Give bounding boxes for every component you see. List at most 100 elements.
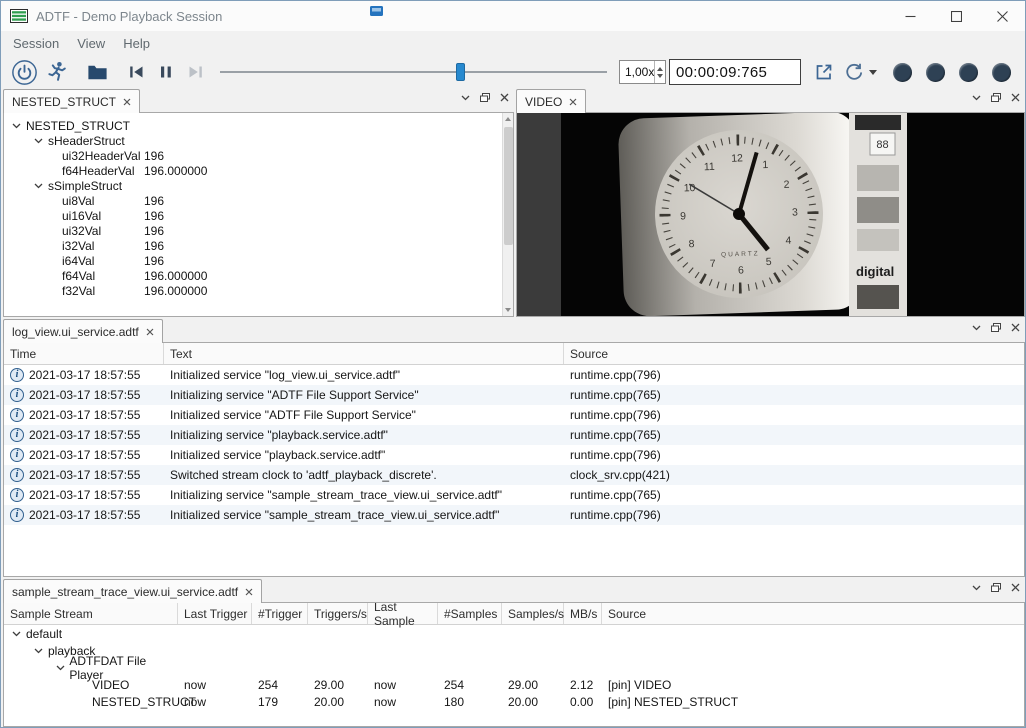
menu-session[interactable]: Session xyxy=(4,33,68,54)
column-header-last-trigger[interactable]: Last Trigger xyxy=(178,603,252,624)
log-row[interactable]: 2021-03-17 18:57:55Initializing service … xyxy=(4,425,1024,445)
column-header-time[interactable]: Time xyxy=(4,343,164,364)
skip-to-start-button[interactable] xyxy=(126,62,146,82)
scroll-up-icon[interactable] xyxy=(505,117,511,121)
tab-close-icon[interactable] xyxy=(146,328,154,336)
power-button[interactable] xyxy=(11,59,38,86)
panel-float-button[interactable] xyxy=(480,93,490,102)
column-header-source[interactable]: Source xyxy=(564,343,1024,364)
marker-button-2[interactable] xyxy=(926,63,945,82)
pause-button[interactable] xyxy=(156,62,176,82)
open-folder-button[interactable] xyxy=(86,61,109,84)
column-header-source[interactable]: Source xyxy=(602,603,1024,624)
nested-tabbar: NESTED_STRUCT xyxy=(3,89,514,112)
tree-row[interactable]: sHeaderStruct xyxy=(4,133,513,148)
collapse-arrow-icon[interactable] xyxy=(34,138,48,144)
tree-row[interactable]: f64HeaderVal196.000000 xyxy=(4,163,513,178)
tree-node-value: 196 xyxy=(144,194,164,208)
panel-menu-button[interactable] xyxy=(972,95,981,101)
tab-close-icon[interactable] xyxy=(245,588,253,596)
seek-slider[interactable] xyxy=(220,62,607,82)
run-button[interactable] xyxy=(45,60,69,84)
tab-nested-struct[interactable]: NESTED_STRUCT xyxy=(3,89,140,113)
collapse-arrow-icon[interactable] xyxy=(34,183,48,189)
scroll-down-icon[interactable] xyxy=(505,308,511,312)
column-header-mb-s[interactable]: MB/s xyxy=(564,603,602,624)
column-header-num-trigger[interactable]: #Trigger xyxy=(252,603,308,624)
trace-row[interactable]: default xyxy=(4,625,1024,642)
panel-float-button[interactable] xyxy=(991,583,1001,592)
menu-view[interactable]: View xyxy=(68,33,114,54)
spin-up-icon[interactable] xyxy=(657,67,663,71)
export-button[interactable] xyxy=(813,61,835,83)
tab-video[interactable]: VIDEO xyxy=(516,89,586,113)
toolbar: 1,00x 00:00:09:765 xyxy=(1,55,1025,89)
vertical-scrollbar[interactable] xyxy=(502,113,513,316)
panel-float-button[interactable] xyxy=(991,323,1001,332)
minimize-button[interactable] xyxy=(887,1,933,31)
tree-row[interactable]: sSimpleStruct xyxy=(4,178,513,193)
panel-close-button[interactable] xyxy=(1011,583,1020,592)
collapse-arrow-icon[interactable] xyxy=(12,631,26,637)
tree-row[interactable]: ui16Val196 xyxy=(4,208,513,223)
tree-node-label: ui8Val xyxy=(62,194,94,208)
column-header-text[interactable]: Text xyxy=(164,343,564,364)
spin-down-icon[interactable] xyxy=(657,74,663,78)
close-button[interactable] xyxy=(979,1,1025,31)
tab-close-icon[interactable] xyxy=(123,98,131,106)
tab-log-view[interactable]: log_view.ui_service.adtf xyxy=(3,319,163,343)
tree-row[interactable]: ui32Val196 xyxy=(4,223,513,238)
log-row[interactable]: 2021-03-17 18:57:55Initialized service "… xyxy=(4,445,1024,465)
panel-menu-button[interactable] xyxy=(461,95,470,101)
cell-triggers-s: 29.00 xyxy=(308,678,368,692)
seek-slider-track[interactable] xyxy=(220,71,607,73)
panel-float-button[interactable] xyxy=(991,93,1001,102)
tree-row[interactable]: f64Val196.000000 xyxy=(4,268,513,283)
log-row[interactable]: 2021-03-17 18:57:55Switched stream clock… xyxy=(4,465,1024,485)
panel-menu-button[interactable] xyxy=(972,325,981,331)
cell-source: [pin] NESTED_STRUCT xyxy=(602,695,1024,709)
time-display[interactable]: 00:00:09:765 xyxy=(669,59,801,85)
scrollbar-thumb[interactable] xyxy=(504,127,513,245)
trace-row[interactable]: ADTFDAT File Player xyxy=(4,659,1024,676)
loop-dropdown-button[interactable] xyxy=(869,70,877,75)
log-row[interactable]: 2021-03-17 18:57:55Initialized service "… xyxy=(4,365,1024,385)
column-header-samples-s[interactable]: Samples/s xyxy=(502,603,564,624)
log-row[interactable]: 2021-03-17 18:57:55Initializing service … xyxy=(4,485,1024,505)
panel-close-button[interactable] xyxy=(500,93,509,102)
panel-close-button[interactable] xyxy=(1011,93,1020,102)
tree-row[interactable]: i32Val196 xyxy=(4,238,513,253)
maximize-button[interactable] xyxy=(933,1,979,31)
nested-struct-tree-view: NESTED_STRUCT sHeaderStruct ui32HeaderVa… xyxy=(3,112,514,317)
tree-node-label: ui32HeaderVal xyxy=(62,149,141,163)
column-header-last-sample[interactable]: Last Sample xyxy=(368,603,438,624)
marker-button-4[interactable] xyxy=(992,63,1011,82)
seek-slider-handle[interactable] xyxy=(456,63,465,81)
log-row[interactable]: 2021-03-17 18:57:55Initializing service … xyxy=(4,385,1024,405)
tab-close-icon[interactable] xyxy=(569,98,577,106)
marker-button-1[interactable] xyxy=(893,63,912,82)
marker-button-3[interactable] xyxy=(959,63,978,82)
trace-row[interactable]: VIDEO now25429.00now25429.002.12[pin] VI… xyxy=(4,676,1024,693)
skip-to-end-button[interactable] xyxy=(186,62,206,82)
tree-row[interactable]: f32Val196.000000 xyxy=(4,283,513,298)
collapse-arrow-icon[interactable] xyxy=(56,665,69,671)
panel-close-button[interactable] xyxy=(1011,323,1020,332)
menu-help[interactable]: Help xyxy=(114,33,159,54)
column-header-sample-stream[interactable]: Sample Stream xyxy=(4,603,178,624)
tree-row[interactable]: i64Val196 xyxy=(4,253,513,268)
tree-row[interactable]: NESTED_STRUCT xyxy=(4,118,513,133)
log-text: Initialized service "playback.service.ad… xyxy=(164,448,564,462)
log-row[interactable]: 2021-03-17 18:57:55Initialized service "… xyxy=(4,505,1024,525)
loop-button[interactable] xyxy=(843,61,865,83)
tab-trace-view[interactable]: sample_stream_trace_view.ui_service.adtf xyxy=(3,579,262,603)
column-header-triggers-s[interactable]: Triggers/s xyxy=(308,603,368,624)
panel-menu-button[interactable] xyxy=(972,585,981,591)
speed-spinbox[interactable]: 1,00x xyxy=(619,60,666,84)
column-header-num-samples[interactable]: #Samples xyxy=(438,603,502,624)
log-row[interactable]: 2021-03-17 18:57:55Initialized service "… xyxy=(4,405,1024,425)
trace-row[interactable]: NESTED_STRUCT now17920.00now18020.000.00… xyxy=(4,693,1024,710)
tree-row[interactable]: ui8Val 196 xyxy=(4,193,513,208)
collapse-arrow-icon[interactable] xyxy=(12,123,26,129)
tree-row[interactable]: ui32HeaderVal196 xyxy=(4,148,513,163)
